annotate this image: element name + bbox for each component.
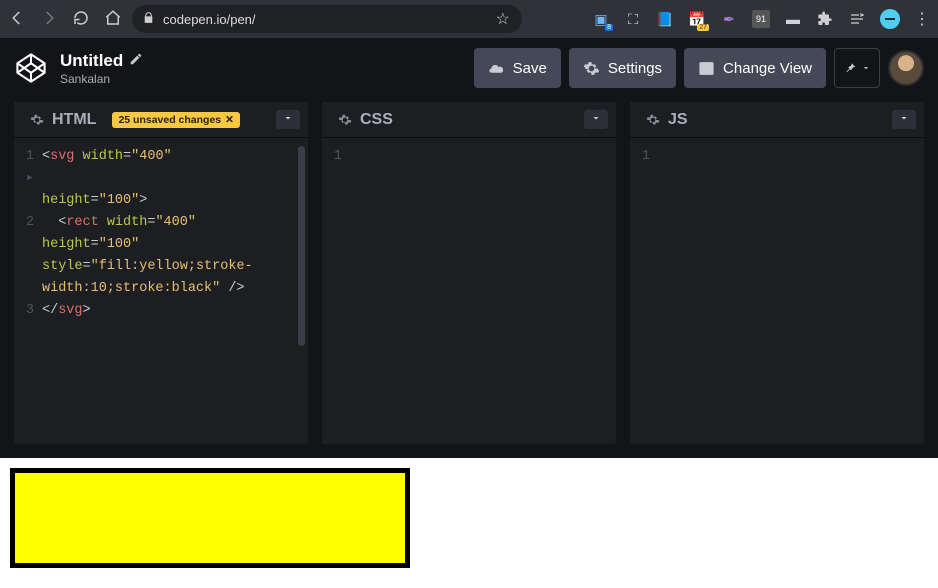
save-label: Save bbox=[513, 60, 547, 77]
html-tab-label: HTML bbox=[52, 111, 96, 129]
home-icon[interactable] bbox=[104, 9, 122, 30]
calendar-extension-icon[interactable]: 📅27 bbox=[688, 10, 706, 28]
avatar[interactable] bbox=[888, 50, 924, 86]
scrollbar-thumb[interactable] bbox=[298, 146, 305, 346]
lock-icon bbox=[142, 11, 155, 27]
change-view-label: Change View bbox=[723, 60, 812, 77]
back-icon[interactable] bbox=[8, 9, 26, 30]
extension-icon[interactable]: ▣8 bbox=[592, 10, 610, 28]
gear-icon[interactable] bbox=[338, 113, 352, 127]
extensions-row: ▣8 ⛶ 📘 📅27 ✒ 91 ▬ ⋮ bbox=[592, 9, 930, 29]
css-panel-header: CSS bbox=[322, 102, 616, 138]
reload-icon[interactable] bbox=[72, 9, 90, 30]
extension-icon[interactable]: 📘 bbox=[656, 10, 674, 28]
header-actions: Save Settings Change View bbox=[474, 48, 924, 88]
extension-icon[interactable]: ▬ bbox=[784, 10, 802, 28]
chevron-down-icon[interactable] bbox=[276, 110, 300, 129]
settings-button[interactable]: Settings bbox=[569, 48, 676, 88]
css-tab[interactable]: CSS bbox=[330, 107, 401, 133]
pin-button[interactable] bbox=[834, 48, 880, 88]
star-icon[interactable]: ☆ bbox=[496, 9, 510, 29]
extension-icon[interactable] bbox=[880, 9, 900, 29]
js-panel-header: JS bbox=[630, 102, 924, 138]
pen-title-block: Untitled Sankalan bbox=[60, 51, 143, 86]
html-panel-header: HTML 25 unsaved changes ✕ bbox=[14, 102, 308, 138]
address-bar[interactable]: codepen.io/pen/ ☆ bbox=[132, 5, 522, 33]
unsaved-badge[interactable]: 25 unsaved changes ✕ bbox=[112, 112, 240, 128]
js-editor[interactable]: 1 bbox=[630, 138, 924, 444]
edit-title-icon[interactable] bbox=[129, 51, 143, 71]
chevron-down-icon[interactable] bbox=[584, 110, 608, 129]
nav-buttons bbox=[8, 9, 122, 30]
extension-icon[interactable]: ✒ bbox=[720, 10, 738, 28]
forward-icon[interactable] bbox=[40, 9, 58, 30]
extension-icon[interactable]: ⛶ bbox=[624, 10, 642, 28]
html-tab[interactable]: HTML bbox=[22, 107, 104, 133]
extension-icon[interactable] bbox=[848, 10, 866, 28]
js-tab[interactable]: JS bbox=[638, 107, 696, 133]
pen-author[interactable]: Sankalan bbox=[60, 72, 143, 86]
chrome-menu-icon[interactable]: ⋮ bbox=[914, 9, 930, 29]
css-panel: CSS 1 bbox=[322, 102, 616, 444]
settings-label: Settings bbox=[608, 60, 662, 77]
url-text: codepen.io/pen/ bbox=[163, 12, 256, 27]
save-button[interactable]: Save bbox=[474, 48, 561, 88]
rendered-svg bbox=[10, 468, 410, 568]
gear-icon[interactable] bbox=[30, 113, 44, 127]
output-preview bbox=[0, 458, 938, 588]
extension-icon[interactable]: 91 bbox=[752, 10, 770, 28]
html-editor[interactable]: 1 ▸ <svg width="400" height="100"> 2 <re… bbox=[14, 138, 308, 444]
close-icon[interactable]: ✕ bbox=[225, 114, 234, 126]
change-view-button[interactable]: Change View bbox=[684, 48, 826, 88]
css-tab-label: CSS bbox=[360, 111, 393, 129]
js-tab-label: JS bbox=[668, 111, 688, 129]
chevron-down-icon[interactable] bbox=[892, 110, 916, 129]
css-editor[interactable]: 1 bbox=[322, 138, 616, 444]
browser-toolbar: codepen.io/pen/ ☆ ▣8 ⛶ 📘 📅27 ✒ 91 ▬ ⋮ bbox=[0, 0, 938, 38]
js-panel: JS 1 bbox=[630, 102, 924, 444]
rendered-rect bbox=[10, 468, 410, 568]
editors-row: HTML 25 unsaved changes ✕ 1 ▸ <svg width… bbox=[0, 98, 938, 458]
gear-icon[interactable] bbox=[646, 113, 660, 127]
pen-title[interactable]: Untitled bbox=[60, 51, 123, 71]
codepen-header: Untitled Sankalan Save Settings Change V… bbox=[0, 38, 938, 98]
html-panel: HTML 25 unsaved changes ✕ 1 ▸ <svg width… bbox=[14, 102, 308, 444]
codepen-logo-icon[interactable] bbox=[14, 51, 48, 85]
extensions-puzzle-icon[interactable] bbox=[816, 10, 834, 28]
